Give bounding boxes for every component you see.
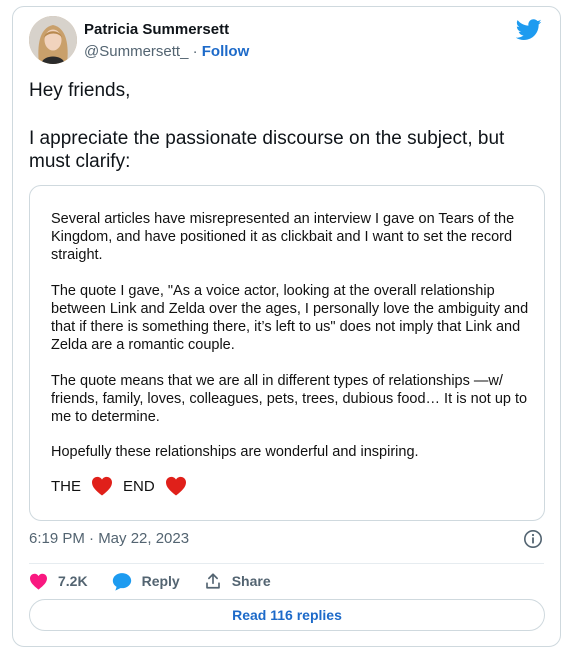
- statement-paragraph-1: Several articles have misrepresented an …: [51, 211, 515, 263]
- tweet-line-1: Hey friends,: [29, 80, 131, 101]
- follow-button[interactable]: Follow: [202, 43, 250, 60]
- end-label: END: [123, 477, 155, 495]
- author-handle-row: @Summersett_ · Follow: [84, 43, 249, 60]
- tweet-line-2: I appreciate the passionate discourse on…: [29, 128, 505, 172]
- statement-paragraph-3: The quote means that we are all in diffe…: [51, 373, 528, 425]
- heart-icon: [165, 476, 186, 496]
- reply-button[interactable]: Reply: [112, 572, 180, 591]
- author-name[interactable]: Patricia Summersett: [84, 21, 229, 38]
- separator: ·: [192, 43, 198, 60]
- reply-bubble-icon: [112, 572, 131, 591]
- share-label: Share: [231, 573, 271, 589]
- tweet-card: Patricia Summersett @Summersett_ · Follo…: [12, 6, 561, 647]
- share-icon: [205, 573, 220, 589]
- the-label: THE: [51, 477, 81, 495]
- heart-icon: [30, 573, 47, 590]
- info-icon[interactable]: [523, 529, 543, 549]
- statement-paragraph-4: Hopefully these relationships are wonder…: [51, 444, 419, 460]
- tweet-actions: 7.2K Reply Share: [29, 569, 295, 593]
- author-handle[interactable]: @Summersett_: [84, 43, 188, 60]
- tweet-timestamp[interactable]: 6:19 PM · May 22, 2023: [29, 530, 189, 547]
- read-replies-button[interactable]: Read 116 replies: [29, 599, 545, 631]
- avatar[interactable]: [29, 16, 77, 64]
- reply-label: Reply: [141, 573, 180, 589]
- the-end-line: THE END: [51, 476, 197, 496]
- statement-image[interactable]: Several articles have misrepresented an …: [29, 185, 545, 521]
- statement-paragraph-2: The quote I gave, "As a voice actor, loo…: [51, 283, 529, 353]
- divider: [29, 563, 544, 564]
- twitter-bird-icon[interactable]: [516, 19, 542, 41]
- like-count: 7.2K: [58, 573, 88, 589]
- like-button[interactable]: 7.2K: [29, 573, 88, 590]
- heart-icon: [92, 476, 112, 496]
- share-button[interactable]: Share: [204, 572, 271, 590]
